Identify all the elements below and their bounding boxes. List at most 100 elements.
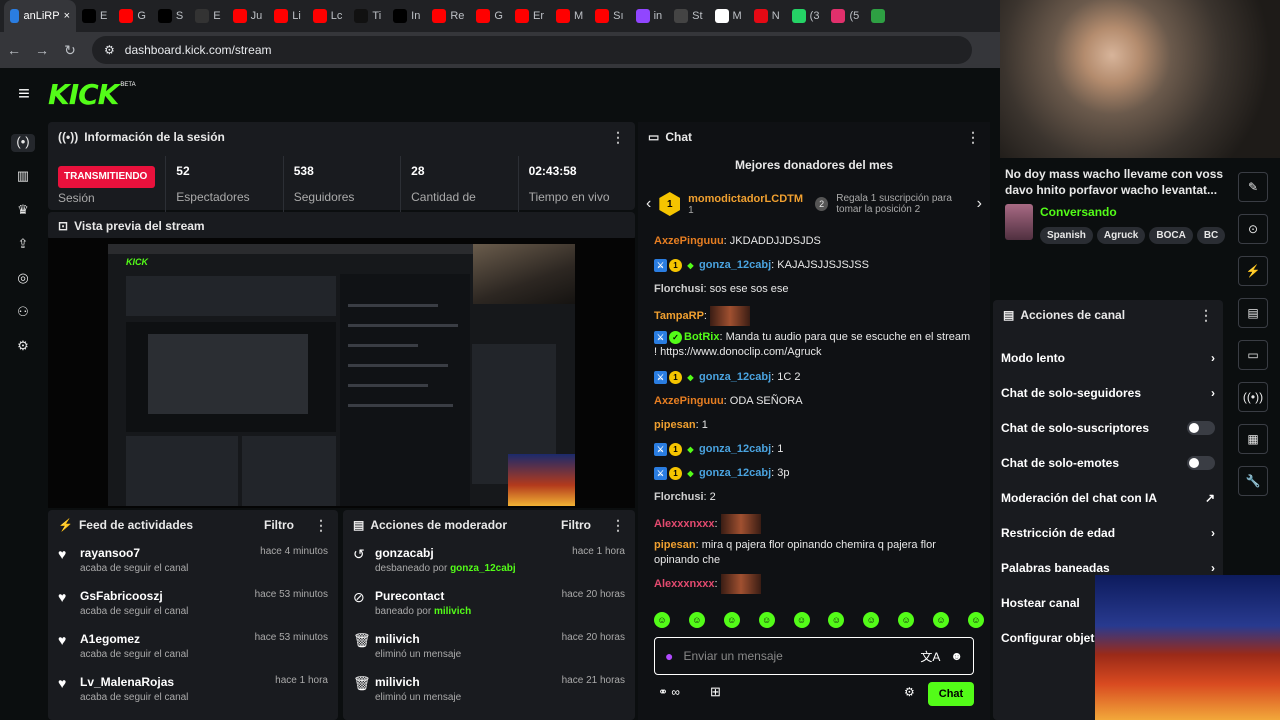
chat-username[interactable]: Florchusi bbox=[654, 491, 704, 503]
trophy-icon[interactable]: ♛ bbox=[11, 202, 35, 220]
emote-icon[interactable]: ☺ bbox=[654, 612, 670, 628]
stream-icon[interactable]: (•) bbox=[11, 134, 35, 152]
tag[interactable]: BOCA bbox=[1149, 227, 1193, 244]
microphone-icon[interactable]: ● bbox=[665, 648, 673, 664]
edit-icon[interactable]: ✎ bbox=[1238, 172, 1268, 202]
chat-username[interactable]: gonza_12cabj bbox=[699, 443, 771, 455]
category-name[interactable]: Conversando bbox=[1040, 205, 1117, 219]
emote-icon[interactable]: ☺ bbox=[758, 612, 775, 628]
feed-filter-button[interactable]: Filtro bbox=[264, 518, 294, 532]
tag[interactable]: BC bbox=[1196, 227, 1225, 244]
browser-tab[interactable] bbox=[865, 0, 895, 32]
upload-icon[interactable]: ⇪ bbox=[11, 236, 35, 254]
tag[interactable]: Spanish bbox=[1040, 227, 1093, 244]
channel-action-item[interactable]: Chat de solo-seguidores › bbox=[993, 375, 1223, 410]
browser-tab[interactable]: In bbox=[387, 0, 426, 32]
users-icon[interactable]: ⚇ bbox=[11, 304, 35, 322]
emote-icon[interactable]: ☺ bbox=[933, 612, 949, 628]
chat-icon[interactable]: ▭ bbox=[1238, 340, 1268, 370]
browser-tab[interactable]: (3 bbox=[786, 0, 826, 32]
tag[interactable]: Agruck bbox=[1096, 227, 1146, 244]
toggle-switch[interactable] bbox=[1187, 455, 1215, 470]
browser-tab[interactable]: (5 bbox=[825, 0, 865, 32]
top-donor-name[interactable]: momodictadorLCDTM bbox=[688, 193, 803, 205]
more-icon[interactable]: ⋮ bbox=[611, 129, 625, 146]
chevron-left-icon[interactable]: ‹ bbox=[646, 195, 651, 213]
feed-user[interactable]: GsFabricooszj bbox=[80, 589, 188, 603]
chat-username[interactable]: pipesan bbox=[654, 419, 696, 431]
send-chat-button[interactable]: Chat bbox=[928, 682, 974, 706]
chat-settings-icon[interactable]: ⚙ bbox=[904, 685, 915, 699]
chat-username[interactable]: gonza_12cabj bbox=[699, 467, 771, 479]
analytics-icon[interactable]: ▥ bbox=[11, 168, 35, 186]
channel-action-item[interactable]: Moderación del chat con IA ↗ bbox=[993, 480, 1223, 515]
more-icon[interactable]: ⋮ bbox=[1199, 307, 1213, 324]
browser-tab[interactable]: in bbox=[630, 0, 669, 32]
chat-username[interactable]: Alexxxnxxx bbox=[654, 518, 715, 530]
chat-input[interactable]: ● Enviar un mensaje 文A ☻ bbox=[654, 637, 974, 675]
browser-tab[interactable]: Er bbox=[509, 0, 550, 32]
site-settings-icon[interactable]: ⚙ bbox=[104, 43, 115, 57]
channel-action-item[interactable]: Restricción de edad › bbox=[993, 515, 1223, 550]
target-icon[interactable]: ⊙ bbox=[1238, 214, 1268, 244]
chat-username[interactable]: BotRix bbox=[684, 331, 719, 343]
channel-action-item[interactable]: Modo lento › bbox=[993, 340, 1223, 375]
mod-target-user[interactable]: milivich bbox=[375, 675, 461, 689]
kicks-icon[interactable]: ⚭ ∞ bbox=[658, 685, 680, 699]
broadcast-icon[interactable]: ((•)) bbox=[1238, 382, 1268, 412]
forward-icon[interactable]: → bbox=[28, 42, 56, 58]
mod-actor[interactable]: milivich bbox=[434, 606, 471, 617]
browser-tab[interactable]: Ju bbox=[227, 0, 269, 32]
browser-tab[interactable]: M bbox=[709, 0, 748, 32]
video-icon[interactable]: ▦ bbox=[1238, 424, 1268, 454]
chat-username[interactable]: Alexxxnxxx bbox=[654, 578, 715, 590]
document-icon[interactable]: ▤ bbox=[1238, 298, 1268, 328]
browser-tab[interactable]: E bbox=[76, 0, 113, 32]
emote-icon[interactable]: ☺ bbox=[828, 612, 845, 628]
kick-logo[interactable]: KICK bbox=[48, 78, 119, 111]
chat-username[interactable]: gonza_12cabj bbox=[699, 371, 771, 383]
emote-icon[interactable]: ☺ bbox=[723, 612, 740, 628]
emoji-icon[interactable]: ☻ bbox=[950, 649, 963, 663]
browser-tab[interactable]: Li bbox=[268, 0, 307, 32]
browser-tab[interactable]: Re bbox=[426, 0, 470, 32]
toggle-switch[interactable] bbox=[1187, 420, 1215, 435]
more-icon[interactable]: ⋮ bbox=[314, 517, 328, 534]
url-field[interactable]: ⚙ dashboard.kick.com/stream bbox=[92, 36, 972, 64]
menu-icon[interactable]: ≡ bbox=[0, 83, 48, 106]
more-icon[interactable]: ⋮ bbox=[966, 129, 980, 146]
reload-icon[interactable]: ↻ bbox=[56, 42, 84, 59]
mod-target-user[interactable]: gonzacabj bbox=[375, 546, 516, 560]
chat-username[interactable]: AxzePinguuu bbox=[654, 395, 724, 407]
more-icon[interactable]: ⋮ bbox=[611, 517, 625, 534]
browser-tab[interactable]: S bbox=[152, 0, 189, 32]
emote-icon[interactable]: ☺ bbox=[688, 612, 705, 628]
browser-tab[interactable]: M bbox=[550, 0, 589, 32]
browser-tab[interactable]: Sı bbox=[589, 0, 629, 32]
chat-username[interactable]: pipesan bbox=[654, 539, 696, 551]
category-thumbnail[interactable] bbox=[1005, 204, 1033, 240]
wrench-icon[interactable]: 🔧 bbox=[1238, 466, 1268, 496]
chat-username[interactable]: Florchusi bbox=[654, 283, 704, 295]
browser-tab[interactable]: Ti bbox=[348, 0, 387, 32]
close-tab-icon[interactable]: × bbox=[64, 10, 70, 22]
channel-action-item[interactable]: Chat de solo-emotes bbox=[993, 445, 1223, 480]
browser-tab[interactable]: G bbox=[470, 0, 509, 32]
browser-tab[interactable]: E bbox=[189, 0, 226, 32]
mod-target-user[interactable]: Purecontact bbox=[375, 589, 471, 603]
chevron-right-icon[interactable]: › bbox=[977, 195, 982, 213]
browser-tab[interactable]: St bbox=[668, 0, 708, 32]
feed-user[interactable]: rayansoo7 bbox=[80, 546, 188, 560]
chat-username[interactable]: gonza_12cabj bbox=[699, 259, 771, 271]
mod-target-user[interactable]: milivich bbox=[375, 632, 461, 646]
emote-icon[interactable]: ☺ bbox=[793, 612, 810, 628]
browser-tab[interactable]: G bbox=[113, 0, 152, 32]
chat-username[interactable]: AxzePinguuu bbox=[654, 235, 724, 247]
mod-actor[interactable]: gonza_12cabj bbox=[450, 563, 516, 574]
moderation-icon[interactable]: ◎ bbox=[11, 270, 35, 288]
browser-tab[interactable]: Lc bbox=[307, 0, 349, 32]
feed-user[interactable]: Lv_MalenaRojas bbox=[80, 675, 188, 689]
feed-user[interactable]: A1egomez bbox=[80, 632, 188, 646]
browser-tab[interactable]: N bbox=[748, 0, 786, 32]
browser-tab[interactable]: anLiRP × bbox=[4, 0, 76, 32]
